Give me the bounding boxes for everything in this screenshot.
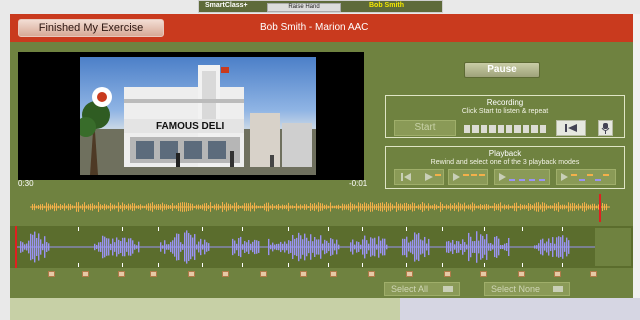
pause-button[interactable]: Pause — [464, 62, 540, 78]
playback-mode-recording-button[interactable] — [494, 169, 550, 185]
play-original-icon — [453, 173, 485, 181]
original-audio-waveform[interactable] — [10, 192, 633, 222]
segment-checkbox[interactable] — [480, 271, 487, 277]
select-all-label: Select All — [391, 284, 429, 294]
recording-hint: Click Start to listen & repeat — [461, 108, 549, 115]
footer-left — [10, 298, 400, 320]
finished-exercise-button[interactable]: Finished My Exercise — [18, 19, 164, 37]
segment-checkbox[interactable] — [300, 271, 307, 277]
raise-hand-button[interactable]: Raise Hand — [267, 3, 341, 12]
classroom-toolbar: SmartClass+ Raise Hand Bob Smith — [198, 0, 443, 13]
original-playhead — [599, 194, 601, 222]
recording-playhead — [15, 226, 17, 268]
playback-hint: Rewind and select one of the 3 playback … — [430, 159, 580, 166]
segment-checkbox[interactable] — [406, 271, 413, 277]
elapsed-time: 0:30 — [18, 179, 34, 188]
segment-checkboxes — [10, 270, 633, 280]
playback-rewind-icon — [401, 173, 441, 181]
rewind-button[interactable] — [556, 120, 586, 136]
segment-checkbox[interactable] — [118, 271, 125, 277]
select-none-button[interactable]: Select None — [484, 282, 570, 296]
video-player[interactable]: FAMOUS DELI — [18, 52, 364, 180]
current-user-label: Bob Smith — [369, 2, 404, 9]
select-all-button[interactable]: Select All — [384, 282, 460, 296]
playback-mode-original-button[interactable] — [448, 169, 488, 185]
start-recording-button[interactable]: Start — [394, 120, 456, 136]
play-recording-icon — [499, 173, 545, 181]
select-none-label: Select None — [491, 284, 541, 294]
page-title: Bob Smith - Marion AAC — [260, 22, 369, 33]
rewind-icon — [565, 124, 577, 132]
segment-checkbox[interactable] — [188, 271, 195, 277]
microphone-button[interactable] — [598, 120, 613, 136]
building-illustration: FAMOUS DELI — [80, 65, 316, 175]
playback-panel: Playback Rewind and select one of the 3 … — [385, 146, 625, 189]
segment-checkbox[interactable] — [48, 271, 55, 277]
segment-checkbox[interactable] — [330, 271, 337, 277]
input-level-meter — [464, 125, 547, 133]
segment-checkbox[interactable] — [518, 271, 525, 277]
footer-right — [400, 298, 640, 320]
segment-checkbox[interactable] — [260, 271, 267, 277]
scroll-edge — [633, 14, 640, 298]
brand-label: SmartClass+ — [205, 2, 248, 9]
segment-checkbox[interactable] — [554, 271, 561, 277]
segment-checkbox[interactable] — [444, 271, 451, 277]
segment-checkbox[interactable] — [590, 271, 597, 277]
select-all-chip — [443, 286, 453, 292]
microphone-icon — [601, 123, 610, 134]
recording-audio-waveform[interactable] — [10, 226, 633, 268]
playback-rewind-button[interactable] — [394, 169, 444, 185]
playback-mode-both-button[interactable] — [556, 169, 616, 185]
segment-checkbox[interactable] — [150, 271, 157, 277]
segment-checkbox[interactable] — [368, 271, 375, 277]
play-both-icon — [561, 173, 609, 181]
remaining-time: -0:01 — [349, 179, 368, 188]
recording-panel: Recording Click Start to listen & repeat… — [385, 95, 625, 138]
playback-title: Playback — [488, 149, 522, 158]
video-frame-image: FAMOUS DELI — [80, 57, 316, 175]
recording-title: Recording — [486, 98, 524, 107]
segment-checkbox[interactable] — [82, 271, 89, 277]
exercise-panel: FAMOUS DELI 0:30 -0:01 Pause Recording C… — [10, 42, 633, 298]
exercise-header: Finished My Exercise Bob Smith - Marion … — [10, 14, 633, 42]
deli-sign-text: FAMOUS DELI — [156, 121, 225, 132]
segment-checkbox[interactable] — [222, 271, 229, 277]
select-none-chip — [553, 286, 563, 292]
